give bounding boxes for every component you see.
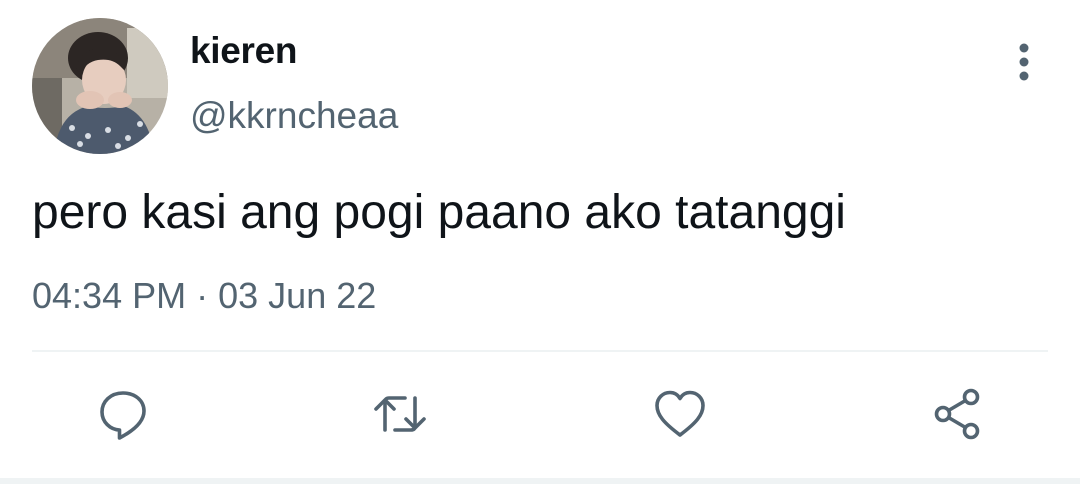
tweet-timestamp[interactable]: 04:34 PM · 03 Jun 22 (32, 273, 376, 319)
user-handle[interactable]: @kkrncheaa (190, 93, 398, 139)
retweet-button[interactable] (372, 386, 428, 442)
vertical-ellipsis-icon (1019, 43, 1029, 81)
like-button[interactable] (652, 386, 708, 442)
more-options-button[interactable] (1000, 38, 1048, 88)
reply-bubble-icon (100, 391, 146, 440)
avatar-photo-icon (32, 18, 168, 154)
avatar[interactable] (32, 18, 168, 154)
tweet-date: 03 Jun 22 (218, 275, 377, 316)
display-name[interactable]: kieren (190, 28, 298, 74)
heart-icon (655, 390, 705, 437)
tweet-card: kieren @kkrncheaa pero kasi ang pogi paa… (0, 0, 1080, 484)
share-button[interactable] (930, 386, 986, 442)
share-icon (934, 388, 980, 440)
tweet-text: pero kasi ang pogi paano ako tatanggi (32, 186, 846, 239)
divider (32, 350, 1048, 352)
timestamp-separator: · (196, 275, 209, 316)
tweet-bottom-border (0, 478, 1080, 484)
reply-button[interactable] (95, 386, 151, 442)
retweet-icon (374, 396, 426, 432)
tweet-time: 04:34 PM (32, 275, 187, 316)
